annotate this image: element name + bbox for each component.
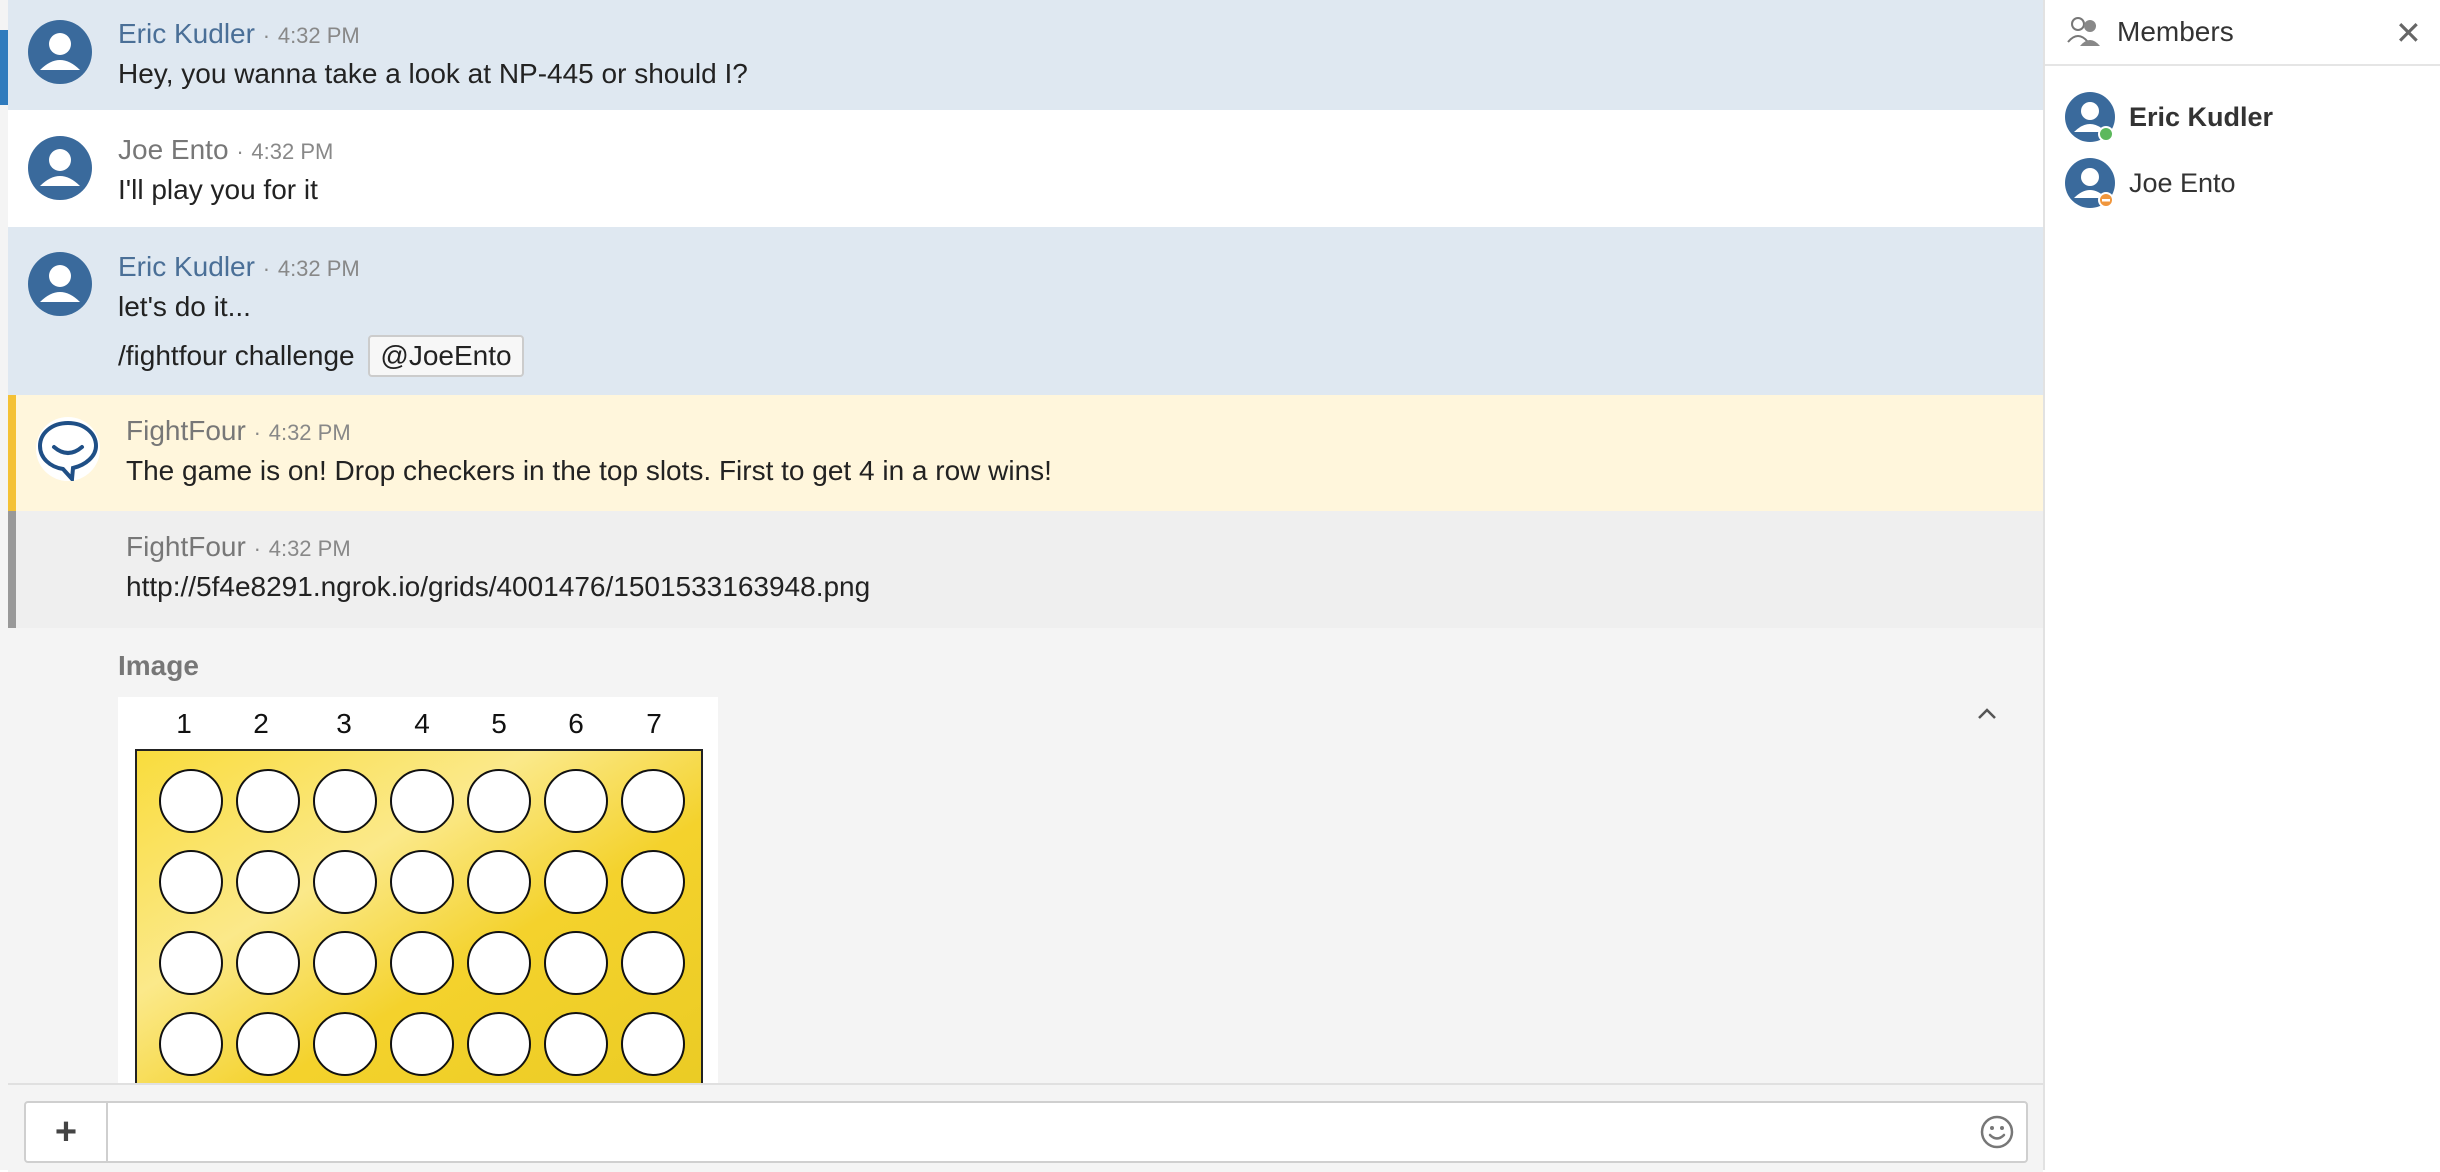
board-slot — [390, 769, 454, 833]
message-item[interactable]: Eric Kudler · 4:32 PM let's do it... /fi… — [8, 227, 2043, 395]
member-name: Eric Kudler — [2129, 102, 2274, 132]
column-label: 3 — [336, 708, 352, 739]
board-slot — [544, 769, 608, 833]
board-slot — [467, 1012, 531, 1076]
message-author[interactable]: Joe Ento — [118, 134, 229, 165]
separator: · — [262, 256, 271, 281]
message-item[interactable]: Eric Kudler · 4:32 PM Hey, you wanna tak… — [0, 0, 2043, 110]
board-slot — [236, 1012, 300, 1076]
member-item-eric-kudler[interactable]: Eric Kudler — [2065, 92, 2425, 148]
board-slot — [621, 1012, 685, 1076]
column-label: 4 — [414, 708, 430, 739]
message-author[interactable]: Eric Kudler — [118, 251, 255, 282]
board-slot — [390, 931, 454, 995]
message-text: Hey, you wanna take a look at NP-445 or … — [118, 58, 748, 89]
user-avatar-icon — [2065, 92, 2115, 142]
separator: · — [236, 139, 244, 164]
chat-bubble-icon[interactable] — [36, 417, 100, 481]
bot-message-item[interactable]: FightFour · 4:32 PM http://5f4e8291.ngro… — [8, 511, 2043, 628]
members-title: Members — [2117, 16, 2234, 47]
chevron-up-icon[interactable] — [1976, 697, 1998, 729]
member-name: Joe Ento — [2129, 168, 2236, 198]
image-link[interactable]: http://5f4e8291.ngrok.io/grids/4001476/1… — [126, 571, 870, 603]
board-slot — [390, 1012, 454, 1076]
board-slot — [313, 1012, 377, 1076]
bot-message-item[interactable]: FightFour · 4:32 PM The game is on! Drop… — [8, 395, 2043, 511]
board-slot — [544, 850, 608, 914]
user-avatar-icon — [2065, 158, 2115, 208]
online-status-icon — [2098, 126, 2114, 142]
message-item[interactable]: Joe Ento · 4:32 PM I'll play you for it — [8, 110, 2043, 227]
message-author[interactable]: Eric Kudler — [118, 18, 255, 49]
board-slot — [621, 769, 685, 833]
members-panel: Members ✕ Eric Kudler Joe Ento — [2045, 0, 2440, 1170]
board-slot — [159, 1012, 223, 1076]
column-label: 7 — [646, 708, 662, 739]
close-icon[interactable]: ✕ — [2395, 14, 2422, 52]
column-label: 1 — [176, 708, 192, 739]
board-slot — [313, 769, 377, 833]
message-time: 4:32 PM — [277, 23, 360, 48]
column-label: 5 — [491, 708, 507, 739]
smiley-icon[interactable] — [1980, 1115, 2014, 1149]
message-text: let's do it... — [118, 291, 251, 322]
board-slot — [159, 850, 223, 914]
chat-pane: Eric Kudler · 4:32 PM Hey, you wanna tak… — [0, 0, 2045, 1170]
user-avatar-icon[interactable] — [28, 136, 92, 200]
command-text: /fightfour challenge — [118, 340, 355, 371]
message-text: The game is on! Drop checkers in the top… — [126, 455, 1052, 486]
column-label: 2 — [253, 708, 269, 739]
user-avatar-icon[interactable] — [28, 20, 92, 84]
column-label: 6 — [568, 708, 584, 739]
board-slot — [236, 769, 300, 833]
message-time: 4:32 PM — [268, 536, 351, 561]
board-slot — [621, 931, 685, 995]
user-avatar-icon[interactable] — [28, 252, 92, 316]
add-attachment-button[interactable]: + — [26, 1103, 108, 1161]
board-slot — [159, 769, 223, 833]
connect-four-board-image[interactable]: 1 2 3 4 5 6 7 — [118, 697, 718, 1087]
message-time: 4:32 PM — [251, 139, 334, 164]
board-svg: 1 2 3 4 5 6 7 — [135, 708, 703, 1087]
message-author[interactable]: FightFour — [126, 531, 246, 562]
message-time: 4:32 PM — [268, 420, 351, 445]
board-slot — [236, 850, 300, 914]
board-slot — [236, 931, 300, 995]
member-item-joe-ento[interactable]: Joe Ento — [2065, 158, 2425, 214]
board-slot — [544, 931, 608, 995]
message-command: /fightfour challenge @JoeEnto — [118, 335, 524, 377]
separator: · — [253, 536, 261, 561]
separator: · — [253, 420, 261, 445]
board-slot — [467, 931, 531, 995]
message-input-box[interactable]: + — [24, 1101, 2028, 1163]
members-icon — [2067, 17, 2100, 46]
message-composer: + — [8, 1083, 2043, 1172]
message-text: I'll play you for it — [118, 174, 318, 205]
image-attachment-label: Image — [118, 650, 199, 681]
board-slot — [467, 850, 531, 914]
board-slot — [621, 850, 685, 914]
mention-chip[interactable]: @JoeEnto — [368, 335, 524, 377]
board-slot — [390, 850, 454, 914]
board-slot — [544, 1012, 608, 1076]
board-slot — [159, 931, 223, 995]
message-time: 4:32 PM — [277, 256, 360, 281]
board-slot — [313, 850, 377, 914]
separator: · — [262, 23, 271, 48]
board-slot — [313, 931, 377, 995]
board-slot — [467, 769, 531, 833]
message-author[interactable]: FightFour — [126, 415, 246, 446]
members-header: Members ✕ — [2045, 0, 2440, 66]
